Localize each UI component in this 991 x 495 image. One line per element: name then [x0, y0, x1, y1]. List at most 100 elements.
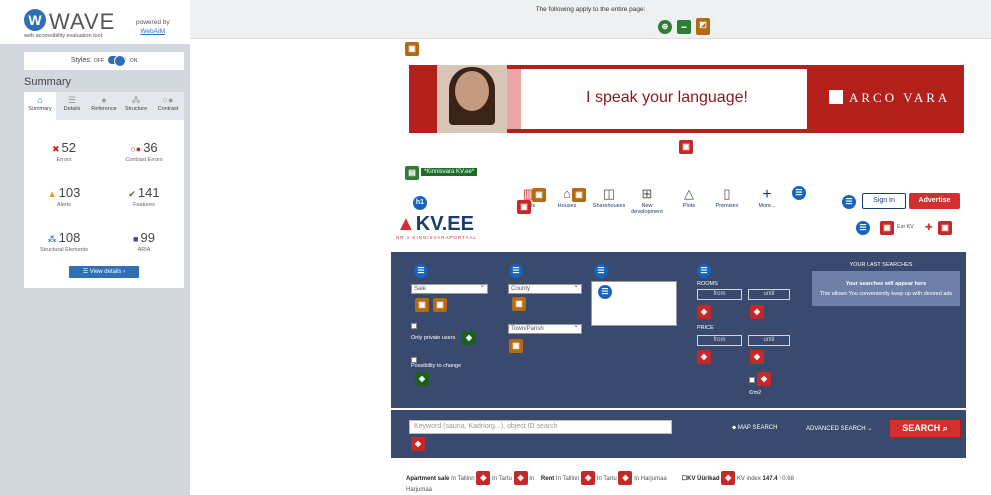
flag-icon[interactable]: ✚ — [925, 222, 933, 233]
stat-errors[interactable]: ✖ 52 Errors — [24, 140, 104, 163]
contrast-error-icon[interactable]: ◈ — [697, 305, 711, 319]
sign-in-button[interactable]: Sign In — [862, 193, 906, 209]
webaim-link[interactable]: WebAIM — [136, 27, 170, 36]
stat-label: Alerts — [56, 202, 72, 208]
contrast-error-icon[interactable]: ◈ — [581, 471, 596, 486]
language-icon[interactable]: ⊕ — [658, 20, 672, 34]
list-structure-icon[interactable]: ☰ — [509, 264, 523, 278]
search-button[interactable]: SEARCH ⌕ — [889, 419, 961, 438]
styles-off-label: OFF — [93, 58, 104, 64]
price-from-input[interactable]: from — [697, 335, 742, 346]
feature-icon[interactable]: ▤ — [405, 166, 419, 180]
styles-toggle[interactable] — [107, 55, 126, 68]
alert-icon: ▲ — [47, 189, 57, 199]
feature-icon[interactable]: ◈ — [462, 331, 476, 345]
alert-icon[interactable]: ▣ — [509, 339, 523, 353]
stat-structural[interactable]: ⁂ 108 Structural Elements — [24, 230, 104, 253]
rooms-until-input[interactable]: until — [748, 289, 790, 300]
list-structure-icon[interactable]: ☰ — [856, 221, 870, 235]
tab-details[interactable]: ☰ Details — [56, 92, 88, 120]
info-icon: ● — [101, 95, 107, 105]
tab-summary[interactable]: ⌂ Summary — [24, 92, 56, 120]
advanced-search-link[interactable]: ADVANCED SEARCH ⌄ — [806, 425, 872, 432]
nav-item-sharehouses[interactable]: ◫ Sharehouses — [592, 186, 626, 209]
contrast-error-icon[interactable]: ◈ — [697, 350, 711, 364]
stat-value: 103 — [58, 185, 81, 200]
county-select[interactable]: County — [508, 282, 582, 294]
alert-icon[interactable]: ▣ — [512, 297, 526, 311]
ad-banner[interactable]: I speak your language! ARCO VARA — [409, 65, 964, 133]
contrast-error-icon[interactable]: ◈ — [411, 437, 425, 451]
view-details-button[interactable]: ☰ View details › — [69, 266, 139, 278]
alert-icon[interactable]: ▣ — [415, 298, 429, 312]
nav-item-premises[interactable]: ▯ Premises — [710, 186, 744, 209]
stat-alerts[interactable]: ▲ 103 Alerts — [24, 185, 104, 208]
nav-item-new-development[interactable]: ⊞ New development — [630, 186, 664, 215]
tab-contrast[interactable]: ○● Contrast — [152, 92, 184, 120]
only-private-checkbox[interactable] — [411, 323, 417, 329]
alert-icon[interactable]: ▣ — [572, 188, 586, 202]
language-select[interactable]: Est KV — [897, 224, 914, 230]
h1-icon[interactable]: h1 — [413, 196, 427, 210]
last-searches-line1: Your searches will appear here — [845, 281, 927, 287]
last-searches-title: YOUR LAST SEARCHES — [849, 262, 913, 268]
apartment-sale-label: Apartment sale — [406, 476, 450, 482]
list-structure-icon[interactable]: ☰ — [842, 195, 856, 209]
feature-icon: ✔ — [128, 189, 136, 199]
rooms-from-input[interactable]: from — [697, 289, 742, 300]
tab-reference[interactable]: ● Reference — [88, 92, 120, 120]
banner-photo — [437, 65, 507, 133]
nav-item-plots[interactable]: △ Plots — [672, 186, 706, 209]
deal-type-select[interactable]: Sale — [411, 282, 488, 294]
error-icon[interactable]: ▣ — [880, 221, 894, 235]
error-icon[interactable]: ▣ — [679, 140, 693, 154]
error-icon[interactable]: ▣ — [517, 200, 531, 214]
kv-logo[interactable]: ▲KV.EE — [396, 213, 474, 236]
premises-icon: ▯ — [723, 186, 731, 201]
list-structure-icon[interactable]: ☰ — [594, 264, 608, 278]
contrast-error-icon[interactable]: ◈ — [721, 471, 736, 486]
list-structure-icon[interactable]: ☰ — [414, 264, 428, 278]
plots-icon: △ — [684, 186, 694, 201]
link-rent-in-harjumaa[interactable]: In Harjumaa — [634, 476, 667, 482]
link-in-tartu[interactable]: In Tartu — [492, 476, 512, 482]
link-in[interactable]: In — [529, 476, 534, 482]
contrast-error-icon[interactable]: ◈ — [618, 471, 633, 486]
link-in-tallinn[interactable]: In Tallinn — [451, 476, 475, 482]
link-rent-in-tartu[interactable]: In Tartu — [597, 476, 617, 482]
contrast-error-icon[interactable]: ◈ — [750, 350, 764, 364]
tab-structure[interactable]: ⁂ Structure — [120, 92, 152, 120]
stat-label: Errors — [56, 157, 72, 163]
alert-icon[interactable]: ▣ — [405, 42, 419, 56]
list-structure-icon[interactable]: ☰ — [697, 264, 711, 278]
contrast-alert-icon[interactable]: ◩ — [696, 18, 710, 35]
nav-label: New development — [631, 203, 663, 215]
price-until-input[interactable]: until — [748, 335, 790, 346]
link-rent-in-tallinn[interactable]: In Tallinn — [556, 476, 580, 482]
page-title-icon[interactable]: ▬ — [677, 20, 691, 34]
kv-uurikad-link[interactable]: ☐KV Üürikad — [682, 476, 720, 482]
kv-uurikad-label: KV Üürikad — [687, 476, 720, 482]
contrast-error-icon[interactable]: ◈ — [757, 372, 771, 386]
alert-icon[interactable]: ▣ — [433, 298, 447, 312]
chevron-down-icon: ⌄ — [865, 426, 873, 432]
stat-features[interactable]: ✔ 141 Features — [104, 185, 184, 208]
per-m2-checkbox[interactable] — [749, 377, 755, 383]
kv-index-change: 0.68 — [782, 476, 794, 482]
error-icon[interactable]: ▣ — [938, 221, 952, 235]
map-search-link[interactable]: ⬥ MAP SEARCH — [732, 425, 777, 432]
town-select[interactable]: Town/Parish — [508, 322, 582, 334]
alert-icon[interactable]: ▣ — [532, 188, 546, 202]
keyword-search-input[interactable]: Keyword (sauna, Kadriorg...), object ID … — [409, 420, 672, 434]
advertise-button[interactable]: Advertise — [909, 193, 960, 209]
contrast-error-icon[interactable]: ◈ — [750, 305, 764, 319]
nav-item-more[interactable]: + More... — [750, 186, 784, 209]
contrast-error-icon[interactable]: ◈ — [513, 471, 528, 486]
link-harjumaa[interactable]: Harjumaa — [406, 487, 432, 493]
contrast-error-icon[interactable]: ◈ — [476, 471, 491, 486]
stat-aria[interactable]: ■ 99 ARIA — [104, 230, 184, 253]
feature-icon[interactable]: ◈ — [415, 372, 429, 386]
list-structure-icon[interactable]: ☰ — [792, 186, 806, 200]
stat-contrast-errors[interactable]: ○● 36 Contrast Errors — [104, 140, 184, 163]
list-structure-icon[interactable]: ☰ — [598, 285, 612, 299]
